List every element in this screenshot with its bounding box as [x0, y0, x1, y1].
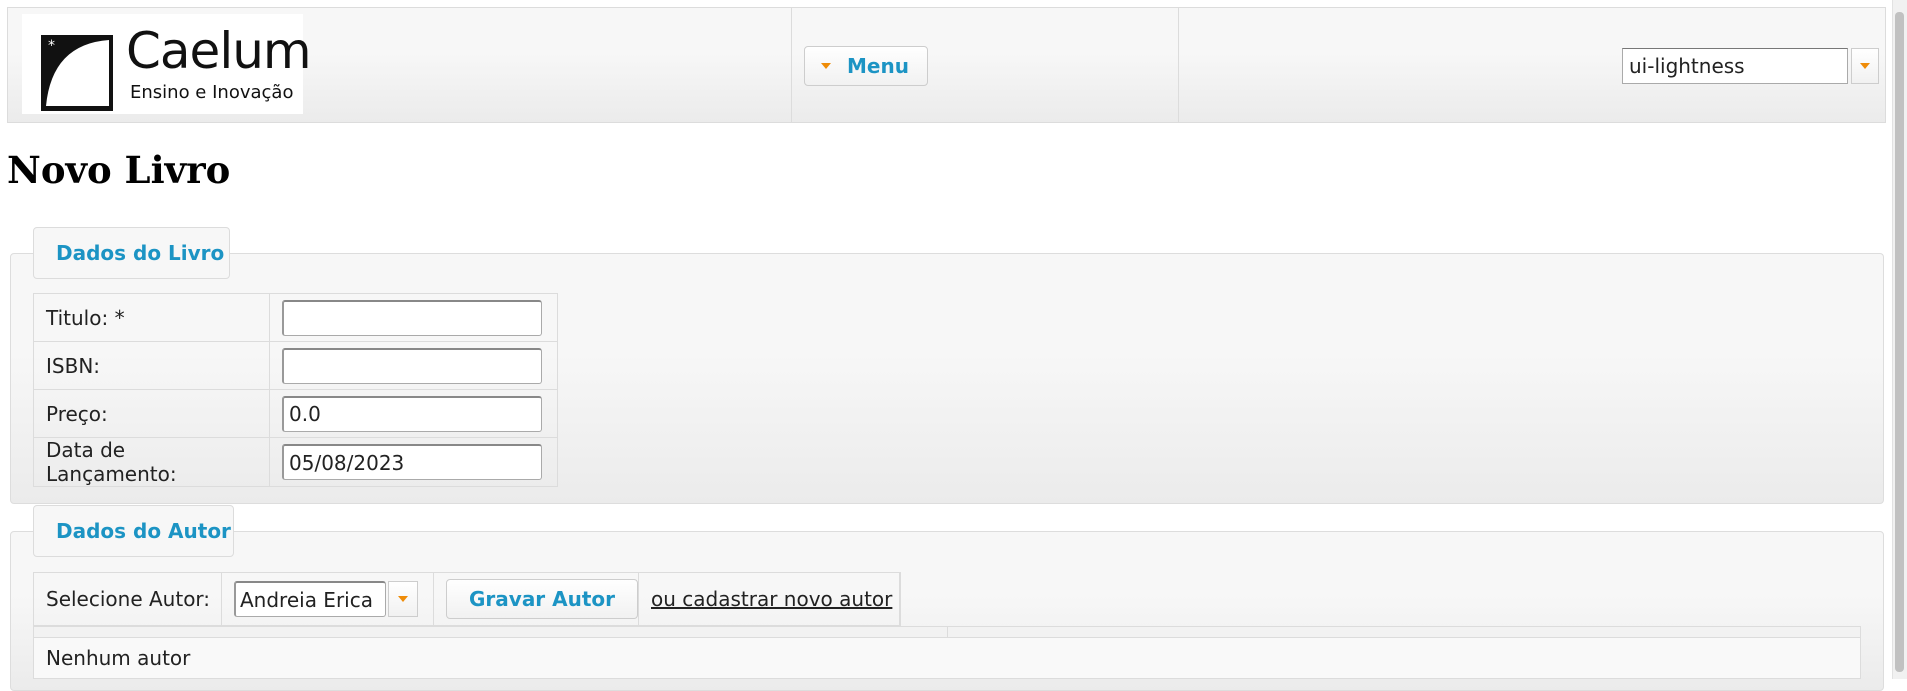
- menu-button-label: Menu: [847, 54, 909, 78]
- table-header-row: [33, 626, 1861, 638]
- theme-dropdown-button[interactable]: [1851, 48, 1879, 84]
- menu-button[interactable]: Menu: [804, 46, 928, 86]
- empty-message: Nenhum autor: [33, 637, 1861, 679]
- book-legend: Dados do Livro: [33, 227, 230, 279]
- author-dropdown-button[interactable]: [388, 581, 418, 617]
- divider: [1178, 8, 1179, 122]
- title-input[interactable]: [282, 299, 542, 336]
- select-author-label: Selecione Autor:: [34, 573, 222, 625]
- release-date-input[interactable]: [282, 444, 542, 480]
- new-author-link[interactable]: ou cadastrar novo autor: [651, 587, 892, 611]
- book-form: Titulo: * ISBN: Preço: Data de Lançament…: [33, 293, 558, 487]
- authors-table: Nenhum autor: [33, 626, 1861, 679]
- logo[interactable]: * Caelum Ensino e Inovação: [22, 14, 312, 114]
- table-row: Nenhum autor: [33, 637, 1861, 679]
- theme-select-input[interactable]: [1622, 48, 1848, 84]
- author-select-row: Selecione Autor: Gravar Autor ou cadastr…: [33, 572, 901, 626]
- form-row: Titulo: *: [33, 293, 558, 342]
- isbn-input[interactable]: [282, 347, 542, 384]
- dropdown-arrow-icon: [821, 63, 831, 69]
- author-legend: Dados do Autor: [33, 505, 234, 557]
- save-author-button[interactable]: Gravar Autor: [446, 579, 638, 619]
- field-label: Preço:: [33, 389, 270, 438]
- field-label: Titulo: *: [33, 293, 270, 342]
- dropdown-arrow-icon: [398, 596, 408, 602]
- table-header: [947, 626, 1861, 638]
- field-label: Data de Lançamento:: [33, 437, 270, 487]
- save-author-cell: Gravar Autor: [434, 573, 639, 625]
- divider: [791, 8, 792, 122]
- price-input[interactable]: [282, 395, 542, 432]
- author-combobox: [222, 573, 434, 625]
- form-row: Preço:: [33, 389, 558, 438]
- new-author-cell: ou cadastrar novo autor: [639, 573, 900, 625]
- page-title: Novo Livro: [7, 148, 231, 192]
- svg-text:*: *: [48, 38, 55, 54]
- table-header: [33, 626, 948, 638]
- form-row: Data de Lançamento:: [33, 437, 558, 487]
- form-row: ISBN:: [33, 341, 558, 390]
- logo-tagline: Ensino e Inovação: [130, 82, 294, 103]
- scrollbar-thumb[interactable]: [1895, 12, 1904, 672]
- field-label: ISBN:: [33, 341, 270, 390]
- dropdown-arrow-icon: [1860, 63, 1870, 69]
- logo-brand: Caelum: [126, 22, 312, 80]
- top-bar: * Caelum Ensino e Inovação Menu: [7, 7, 1886, 123]
- caelum-logo-icon: *: [41, 35, 113, 111]
- author-select-input[interactable]: [234, 581, 386, 617]
